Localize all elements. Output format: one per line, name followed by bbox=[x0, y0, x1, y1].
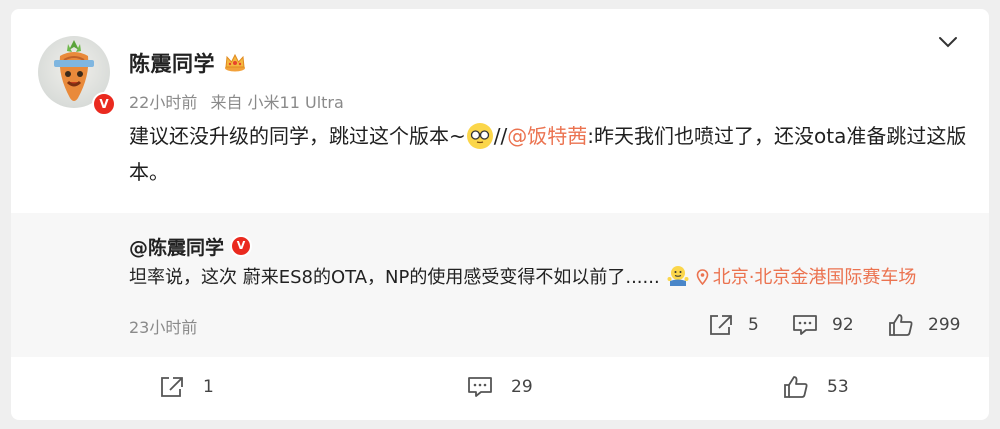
thumbs-up-icon bbox=[889, 314, 913, 336]
post-username[interactable]: 陈震同学 bbox=[129, 48, 215, 78]
share-count: 1 bbox=[203, 377, 214, 397]
location-pin-icon bbox=[696, 269, 709, 286]
post-text: 建议还没升级的同学，跳过这个版本~//@饭特茜:昨天我们也喷过了，还没ota准备… bbox=[129, 118, 969, 190]
post-source: 来自 小米11 Ultra bbox=[210, 93, 344, 112]
comment-icon bbox=[468, 377, 492, 397]
share-button[interactable]: 1 bbox=[159, 375, 214, 399]
repost-body: 坦率说，这次 蔚来ES8的OTA，NP的使用感受变得不如以前了...... bbox=[129, 267, 660, 288]
avatar[interactable]: V bbox=[38, 36, 116, 116]
comment-count: 29 bbox=[511, 377, 533, 397]
share-icon bbox=[710, 315, 732, 335]
thumbs-up-icon bbox=[784, 376, 808, 398]
post-time[interactable]: 22小时前 bbox=[129, 93, 197, 112]
verified-badge-icon: V bbox=[230, 235, 252, 257]
repost-text: 坦率说，这次 蔚来ES8的OTA，NP的使用感受变得不如以前了...... 北京·… bbox=[129, 263, 916, 289]
comment-button[interactable]: 29 bbox=[467, 375, 533, 399]
crown-icon bbox=[225, 53, 245, 72]
repost-separator: // bbox=[493, 124, 508, 148]
shrug-emoji-icon bbox=[666, 264, 690, 288]
repost-comment-button[interactable]: 92 bbox=[792, 313, 854, 337]
repost-username[interactable]: @陈震同学 bbox=[129, 233, 224, 260]
like-count: 53 bbox=[827, 377, 849, 397]
verified-badge-icon: V bbox=[92, 92, 116, 116]
location-text: 北京·北京金港国际赛车场 bbox=[712, 267, 917, 288]
location-link[interactable]: 北京·北京金港国际赛车场 bbox=[696, 267, 917, 288]
post-meta: 22小时前 来自 小米11 Ultra bbox=[129, 89, 344, 113]
mention-link[interactable]: @饭特茜 bbox=[507, 124, 587, 148]
repost-share-button[interactable]: 5 bbox=[708, 313, 759, 337]
comment-icon bbox=[793, 315, 817, 335]
repost-like-button[interactable]: 299 bbox=[888, 313, 960, 337]
share-icon bbox=[161, 377, 183, 397]
like-button[interactable]: 53 bbox=[783, 375, 849, 399]
repost-time[interactable]: 23小时前 bbox=[129, 314, 197, 338]
repost-share-count: 5 bbox=[748, 315, 759, 335]
post-text-part1: 建议还没升级的同学，跳过这个版本~ bbox=[129, 124, 466, 148]
chevron-down-icon[interactable] bbox=[938, 36, 958, 48]
glasses-emoji-icon bbox=[466, 123, 493, 149]
repost-block[interactable]: @陈震同学 V 坦率说，这次 蔚来ES8的OTA，NP的使用感受变得不如以前了.… bbox=[11, 213, 989, 357]
repost-comment-count: 92 bbox=[832, 315, 854, 335]
repost-like-count: 299 bbox=[928, 315, 961, 335]
